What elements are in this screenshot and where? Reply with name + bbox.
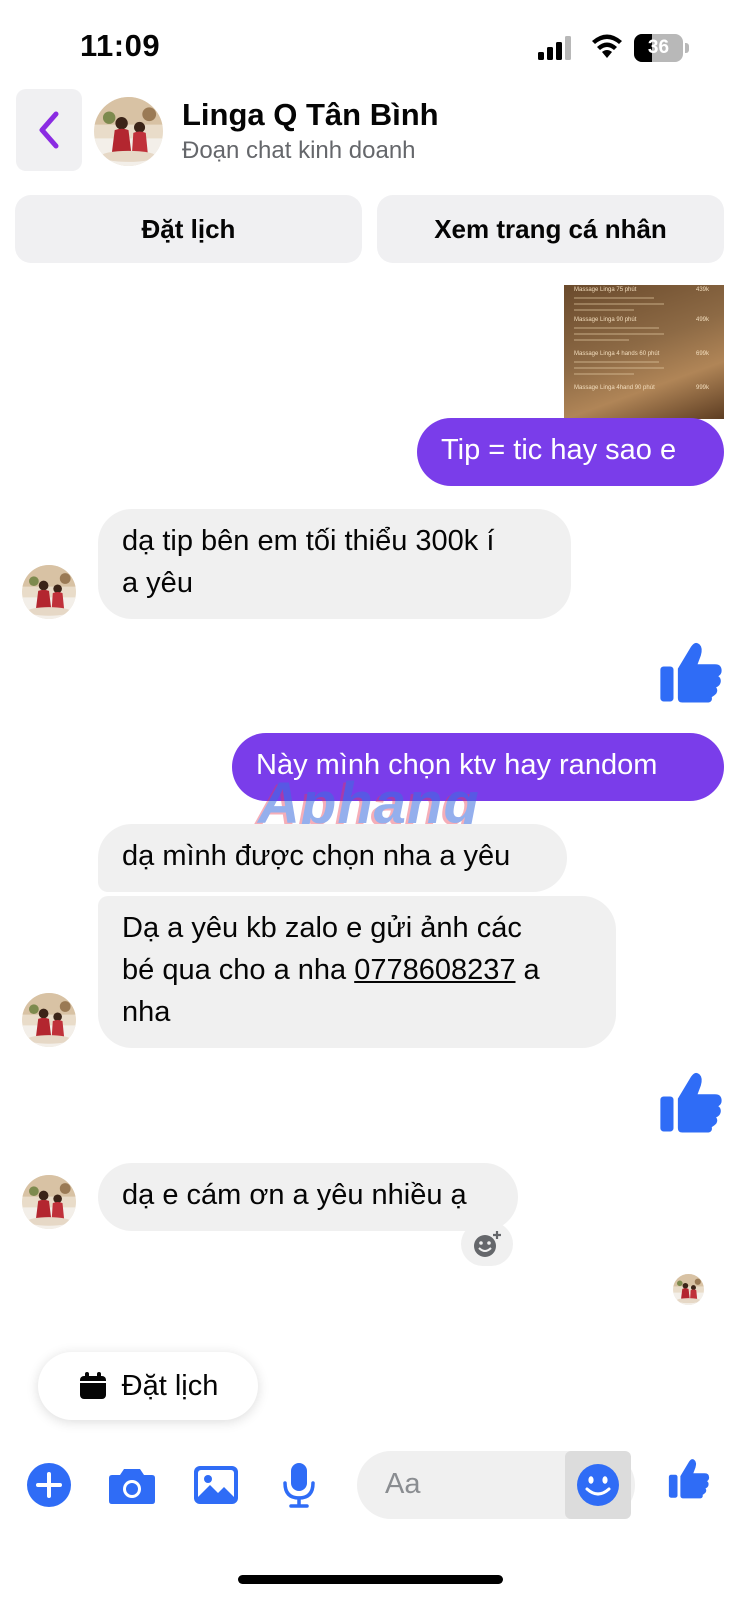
camera-button[interactable] bbox=[107, 1460, 157, 1510]
price-item-price: 699k bbox=[696, 351, 710, 357]
battery-level: 36 bbox=[647, 37, 670, 58]
price-item-price: 999k bbox=[696, 385, 710, 391]
sent-message[interactable]: Tip = tic hay sao e bbox=[417, 418, 724, 486]
price-item-name: Massage Linga 4 hands 60 phút bbox=[574, 351, 660, 357]
home-indicator bbox=[238, 1575, 503, 1584]
price-item-name: Massage Linga 90 phút bbox=[574, 317, 637, 323]
view-profile-button[interactable]: Xem trang cá nhân bbox=[377, 195, 724, 263]
avatar[interactable] bbox=[22, 565, 76, 619]
wifi-icon bbox=[592, 34, 622, 58]
message-text: nha bbox=[122, 996, 171, 1028]
received-message[interactable]: dạ tip bên em tối thiểu 300k í a yêu bbox=[98, 509, 571, 619]
emoji-icon bbox=[577, 1464, 619, 1506]
phone-link[interactable]: 0778608237 bbox=[354, 954, 515, 986]
received-message[interactable]: Dạ a yêu kb zalo e gửi ảnh các bé qua ch… bbox=[98, 896, 616, 1048]
plus-button[interactable] bbox=[24, 1460, 74, 1510]
message-text: bé qua cho a nha bbox=[122, 954, 355, 986]
thumbs-up-icon[interactable] bbox=[656, 638, 726, 708]
add-reaction-icon bbox=[474, 1231, 501, 1257]
message-input[interactable]: Aa bbox=[357, 1451, 635, 1519]
thumbs-up-icon[interactable] bbox=[656, 1068, 726, 1138]
camera-icon bbox=[109, 1469, 155, 1504]
status-time: 11:09 bbox=[80, 28, 161, 63]
message-text: dạ tip bên em tối thiểu 300k í bbox=[122, 525, 495, 557]
price-item-name: Massage Linga 4hand 90 phút bbox=[574, 385, 655, 391]
battery-icon: 36 bbox=[634, 34, 689, 62]
message-input-placeholder: Aa bbox=[385, 1468, 421, 1500]
send-like-button[interactable] bbox=[666, 1456, 712, 1502]
book-appointment-chip[interactable]: Đặt lịch bbox=[38, 1352, 258, 1420]
avatar[interactable] bbox=[94, 97, 163, 166]
calendar-icon bbox=[79, 1372, 106, 1399]
page-subtitle: Đoạn chat kinh doanh bbox=[182, 137, 416, 164]
image-attachment[interactable]: Massage Linga 75 phút 439k Massage Linga… bbox=[564, 285, 724, 419]
received-message[interactable]: dạ e cám ơn a yêu nhiều ạ bbox=[98, 1163, 518, 1231]
read-receipt-avatar bbox=[673, 1274, 704, 1305]
page-title[interactable]: Linga Q Tân Bình bbox=[182, 97, 439, 133]
avatar[interactable] bbox=[22, 1175, 76, 1229]
gallery-button[interactable] bbox=[191, 1460, 241, 1510]
status-bar: 11:09 36 bbox=[0, 0, 740, 90]
chevron-left-icon bbox=[39, 111, 59, 149]
microphone-icon bbox=[283, 1463, 315, 1508]
message-text: dạ mình được chọn nha a yêu bbox=[122, 840, 511, 872]
message-text: dạ e cám ơn a yêu nhiều ạ bbox=[122, 1179, 467, 1211]
message-text: Tip = tic hay sao e bbox=[441, 434, 677, 466]
emoji-button[interactable] bbox=[565, 1451, 631, 1519]
signal-icon bbox=[538, 36, 574, 60]
message-text: a bbox=[515, 954, 540, 986]
thumbs-up-icon bbox=[666, 1456, 712, 1502]
image-icon bbox=[194, 1466, 238, 1504]
chip-label: Đặt lịch bbox=[121, 1369, 219, 1402]
book-appointment-button[interactable]: Đặt lịch bbox=[15, 195, 362, 263]
avatar[interactable] bbox=[22, 993, 76, 1047]
message-text: Dạ a yêu kb zalo e gửi ảnh các bbox=[122, 912, 522, 944]
price-item-price: 499k bbox=[696, 317, 710, 323]
message-text: a yêu bbox=[122, 567, 193, 599]
voice-button[interactable] bbox=[274, 1460, 324, 1510]
plus-icon bbox=[27, 1463, 71, 1507]
price-item-price: 439k bbox=[696, 287, 710, 293]
add-reaction-button[interactable] bbox=[461, 1222, 513, 1266]
price-item-name: Massage Linga 75 phút bbox=[574, 287, 637, 293]
received-message[interactable]: dạ mình được chọn nha a yêu bbox=[98, 824, 567, 892]
back-button[interactable] bbox=[16, 89, 82, 171]
